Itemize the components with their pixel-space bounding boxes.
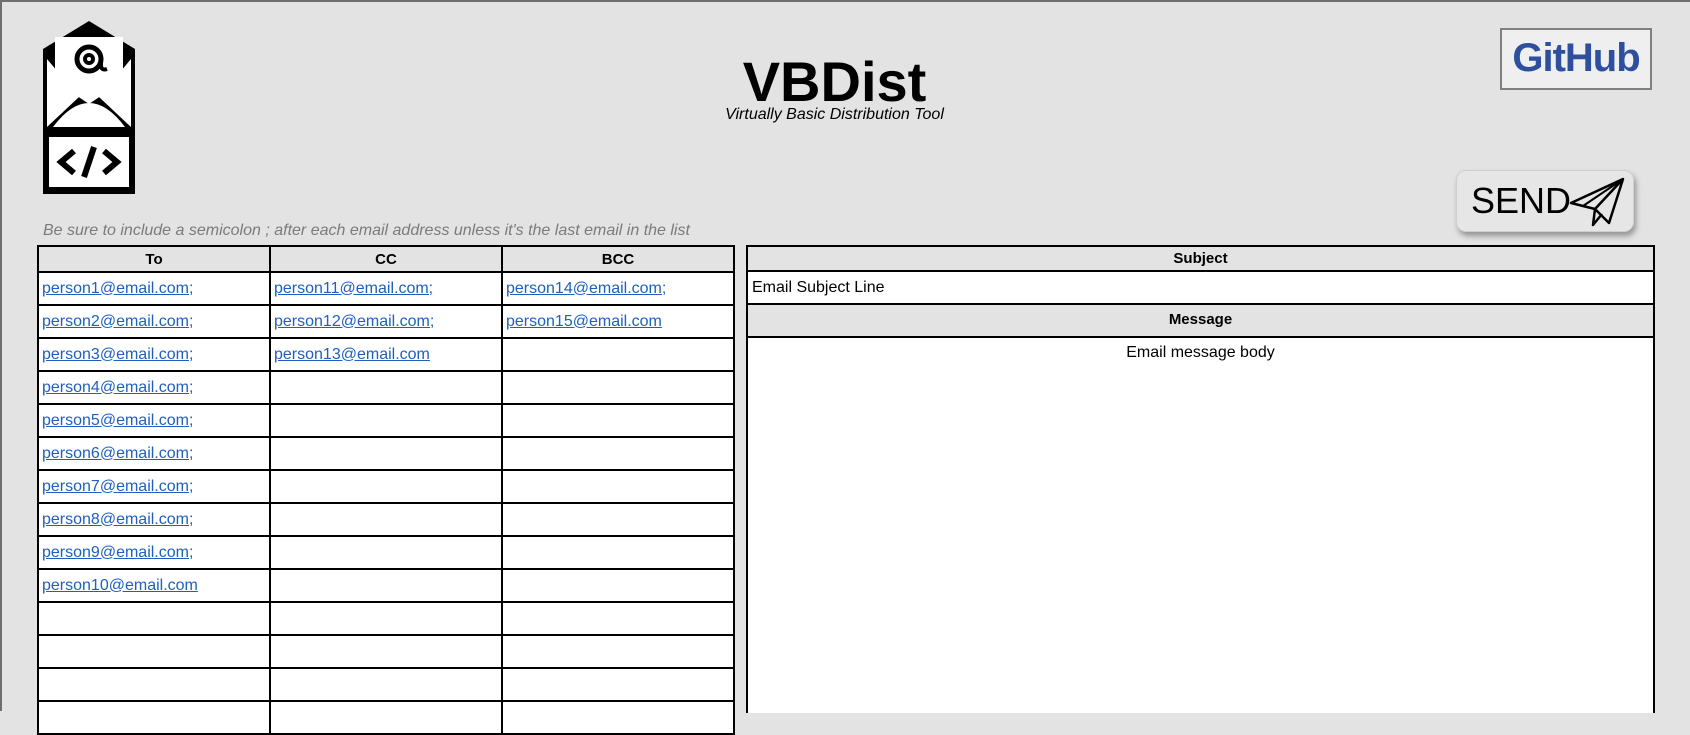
email-link[interactable]: person2@email.com; xyxy=(42,313,193,330)
bcc-cell[interactable] xyxy=(501,601,735,636)
to-cell[interactable]: person1@email.com; xyxy=(37,271,271,306)
email-code-icon xyxy=(43,21,135,194)
email-compose-panel: Subject Email Subject Line Message Email… xyxy=(746,245,1655,713)
to-cell[interactable]: person5@email.com; xyxy=(37,403,271,438)
app-title: VBDist xyxy=(742,50,927,113)
email-link[interactable]: person13@email.com xyxy=(274,346,430,363)
bcc-cell[interactable] xyxy=(501,436,735,471)
message-header: Message xyxy=(746,305,1655,338)
cc-cell[interactable] xyxy=(269,700,503,735)
table-row: person3@email.com; person13@email.com xyxy=(37,337,735,372)
cc-cell[interactable] xyxy=(269,370,503,405)
email-link[interactable]: person10@email.com xyxy=(42,577,198,594)
bcc-cell[interactable] xyxy=(501,667,735,702)
to-cell[interactable] xyxy=(37,601,271,636)
table-row: person10@email.com xyxy=(37,568,735,603)
paper-plane-icon xyxy=(1569,177,1625,227)
cc-cell[interactable] xyxy=(269,469,503,504)
cc-cell[interactable] xyxy=(269,535,503,570)
table-row: person1@email.com; person11@email.com; p… xyxy=(37,271,735,306)
bcc-cell[interactable] xyxy=(501,700,735,735)
to-cell[interactable] xyxy=(37,667,271,702)
table-row xyxy=(37,667,735,702)
table-row: person4@email.com; xyxy=(37,370,735,405)
table-row: person6@email.com; xyxy=(37,436,735,471)
bcc-cell[interactable] xyxy=(501,469,735,504)
bcc-cell[interactable] xyxy=(501,337,735,372)
app-header: VBDist Virtually Basic Distribution Tool xyxy=(582,52,1087,124)
bcc-cell[interactable]: person14@email.com; xyxy=(501,271,735,306)
cc-cell[interactable] xyxy=(269,667,503,702)
table-row xyxy=(37,601,735,636)
to-cell[interactable] xyxy=(37,700,271,735)
bcc-cell[interactable] xyxy=(501,502,735,537)
cc-cell[interactable] xyxy=(269,568,503,603)
cc-cell[interactable] xyxy=(269,436,503,471)
email-link[interactable]: person15@email.com xyxy=(506,313,662,330)
email-link[interactable]: person4@email.com; xyxy=(42,379,193,396)
bcc-cell[interactable] xyxy=(501,634,735,669)
bcc-cell[interactable]: person15@email.com xyxy=(501,304,735,339)
cc-cell[interactable]: person11@email.com; xyxy=(269,271,503,306)
email-link[interactable]: person6@email.com; xyxy=(42,445,193,462)
to-cell[interactable]: person2@email.com; xyxy=(37,304,271,339)
cc-cell[interactable] xyxy=(269,634,503,669)
to-cell[interactable]: person7@email.com; xyxy=(37,469,271,504)
bcc-column-header: BCC xyxy=(501,245,735,273)
email-link[interactable]: person5@email.com; xyxy=(42,412,193,429)
table-row xyxy=(37,634,735,669)
to-cell[interactable] xyxy=(37,634,271,669)
to-cell[interactable]: person3@email.com; xyxy=(37,337,271,372)
recipients-table: To CC BCC person1@email.com; person11@em… xyxy=(37,245,735,735)
subject-header: Subject xyxy=(746,245,1655,272)
recipients-header-row: To CC BCC xyxy=(37,245,735,273)
to-cell[interactable]: person6@email.com; xyxy=(37,436,271,471)
semicolon-instructions: Be sure to include a semicolon ; after e… xyxy=(43,222,690,239)
table-row: person7@email.com; xyxy=(37,469,735,504)
cc-cell[interactable]: person12@email.com; xyxy=(269,304,503,339)
bcc-cell[interactable] xyxy=(501,535,735,570)
email-link[interactable]: person3@email.com; xyxy=(42,346,193,363)
cc-column-header: CC xyxy=(269,245,503,273)
email-link[interactable]: person14@email.com; xyxy=(506,280,666,297)
send-button[interactable]: SEND xyxy=(1456,170,1634,232)
spreadsheet-canvas: VBDist Virtually Basic Distribution Tool… xyxy=(0,0,1690,735)
send-button-label: SEND xyxy=(1471,180,1572,221)
to-cell[interactable]: person10@email.com xyxy=(37,568,271,603)
to-cell[interactable]: person9@email.com; xyxy=(37,535,271,570)
table-row: person8@email.com; xyxy=(37,502,735,537)
to-cell[interactable]: person8@email.com; xyxy=(37,502,271,537)
table-row: person2@email.com; person12@email.com; p… xyxy=(37,304,735,339)
to-cell[interactable]: person4@email.com; xyxy=(37,370,271,405)
github-link-button[interactable]: GitHub xyxy=(1500,28,1652,90)
app-subtitle: Virtually Basic Distribution Tool xyxy=(725,106,944,123)
email-link[interactable]: person12@email.com; xyxy=(274,313,434,330)
to-column-header: To xyxy=(37,245,271,273)
cc-cell[interactable] xyxy=(269,403,503,438)
table-row xyxy=(37,700,735,735)
table-row: person9@email.com; xyxy=(37,535,735,570)
email-link[interactable]: person8@email.com; xyxy=(42,511,193,528)
email-link[interactable]: person11@email.com; xyxy=(274,280,433,297)
cc-cell[interactable] xyxy=(269,502,503,537)
email-link[interactable]: person9@email.com; xyxy=(42,544,193,561)
bcc-cell[interactable] xyxy=(501,568,735,603)
bcc-cell[interactable] xyxy=(501,403,735,438)
cc-cell[interactable]: person13@email.com xyxy=(269,337,503,372)
subject-field[interactable]: Email Subject Line xyxy=(746,272,1655,305)
email-link[interactable]: person7@email.com; xyxy=(42,478,193,495)
cc-cell[interactable] xyxy=(269,601,503,636)
email-link[interactable]: person1@email.com; xyxy=(42,280,193,297)
table-row: person5@email.com; xyxy=(37,403,735,438)
message-body-field[interactable]: Email message body xyxy=(746,338,1655,713)
bcc-cell[interactable] xyxy=(501,370,735,405)
